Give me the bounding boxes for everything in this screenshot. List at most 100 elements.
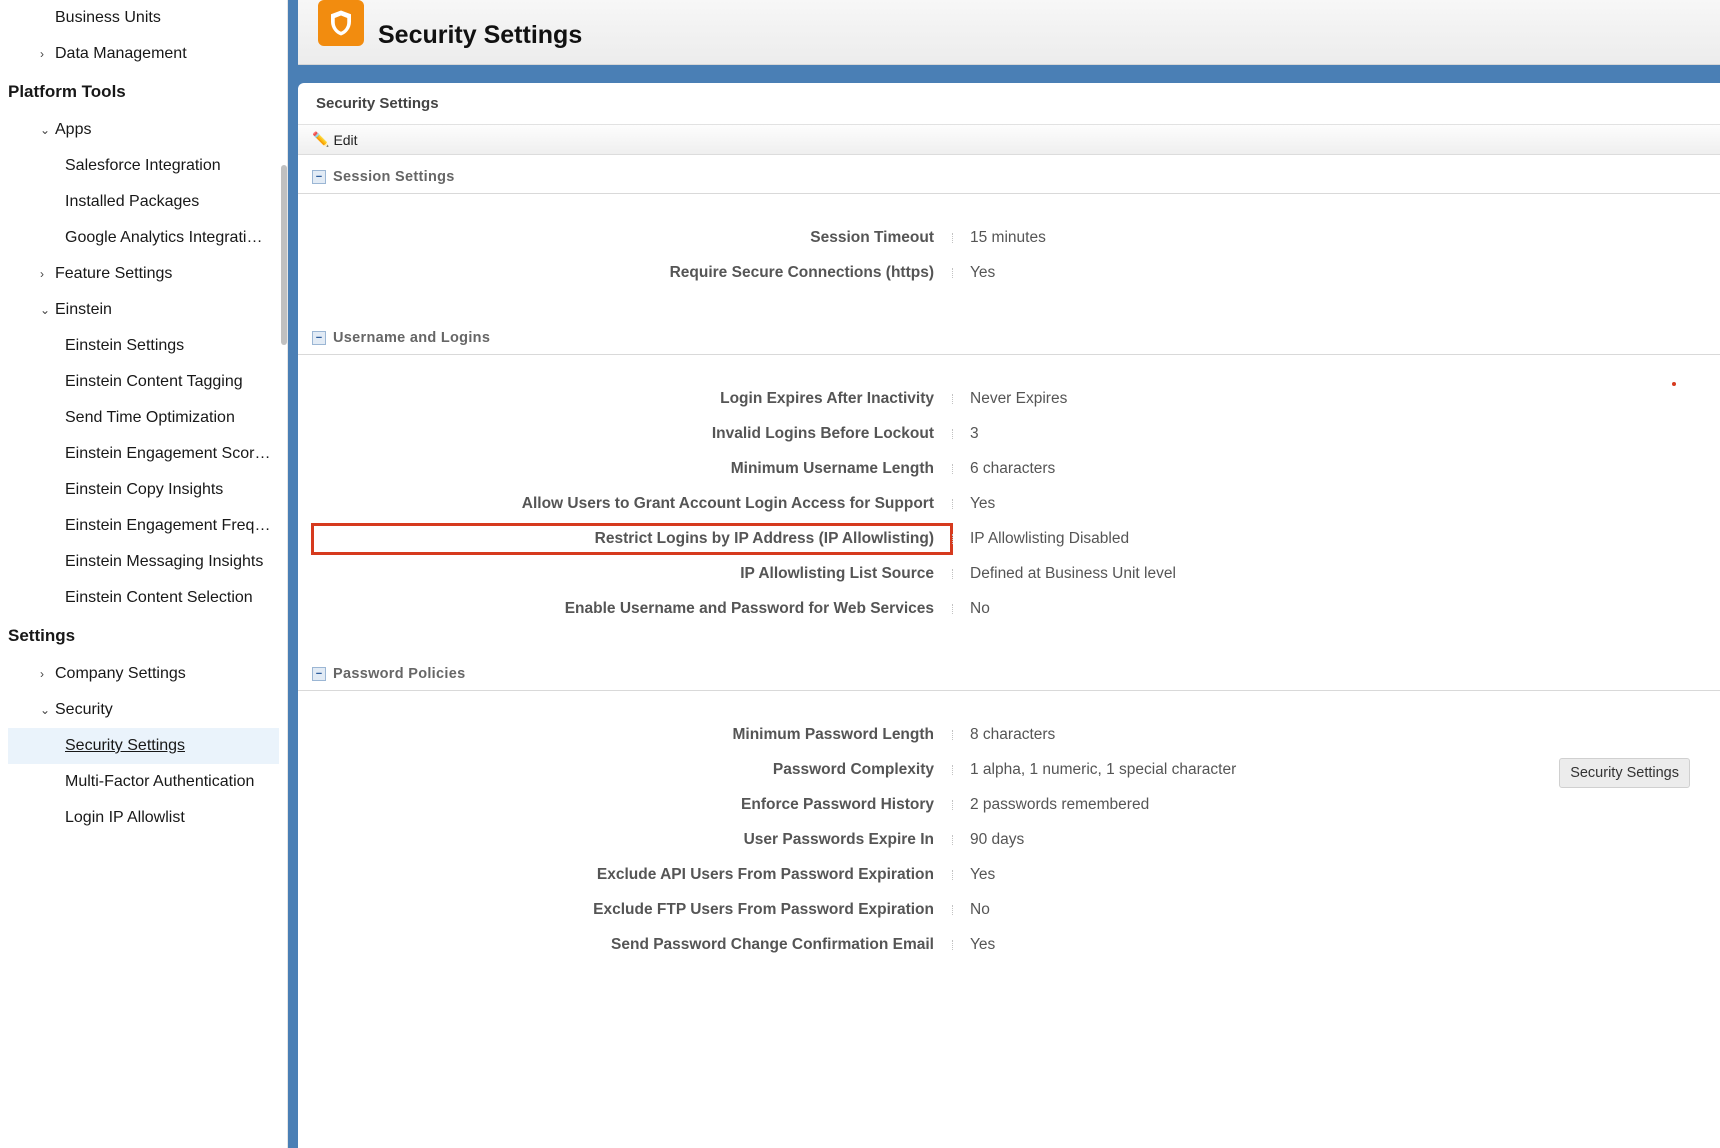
setting-label: Enable Username and Password for Web Ser… [312, 600, 952, 618]
sidebar-item[interactable]: ⌄Apps [8, 112, 279, 148]
setting-row: Minimum Username Length6 characters [312, 451, 1706, 486]
sidebar-item-label: Einstein [55, 301, 112, 319]
setting-label: Session Timeout [312, 229, 952, 247]
sidebar-item[interactable]: Multi-Factor Authentication [8, 764, 279, 800]
setting-value: Never Expires [952, 390, 1706, 408]
setting-value: Yes [952, 264, 1706, 282]
sidebar-item[interactable]: Einstein Messaging Insights [8, 544, 279, 580]
setting-value: Yes [952, 495, 1706, 513]
chevron-right-icon[interactable]: › [35, 47, 55, 61]
setting-row: Invalid Logins Before Lockout3 [312, 416, 1706, 451]
setting-label: Send Password Change Confirmation Email [312, 936, 952, 954]
setting-label: Enforce Password History [312, 796, 952, 814]
setting-row: Restrict Logins by IP Address (IP Allowl… [312, 521, 1706, 556]
sidebar-item-label: Send Time Optimization [65, 409, 235, 427]
chevron-down-icon[interactable]: ⌄ [35, 303, 55, 317]
setting-row: Exclude API Users From Password Expirati… [312, 857, 1706, 892]
chevron-right-icon[interactable]: › [35, 267, 55, 281]
sidebar-item-label: Installed Packages [65, 193, 199, 211]
sidebar-item-label: Data Management [55, 45, 187, 63]
collapse-icon[interactable]: − [312, 331, 326, 345]
sidebar-item-label: Einstein Engagement Scor… [65, 445, 270, 463]
setting-row: Enable Username and Password for Web Ser… [312, 591, 1706, 626]
sidebar-item-label: Login IP Allowlist [65, 809, 185, 827]
setting-label: Invalid Logins Before Lockout [312, 425, 952, 443]
sidebar-item-label: Multi-Factor Authentication [65, 773, 254, 791]
sidebar-item[interactable]: Login IP Allowlist [8, 800, 279, 836]
sidebar-item-label: Einstein Content Selection [65, 589, 253, 607]
content-title: Security Settings [298, 83, 1720, 124]
main-content: Security Settings Security Settings ✏️ E… [288, 0, 1720, 1148]
setting-value: IP Allowlisting Disabled [952, 530, 1706, 548]
setting-value: 2 passwords remembered [952, 796, 1706, 814]
setting-label: Login Expires After Inactivity [312, 390, 952, 408]
sidebar-item[interactable]: ⌄Einstein [8, 292, 279, 328]
setting-value: 15 minutes [952, 229, 1706, 247]
setting-label: Minimum Username Length [312, 460, 952, 478]
setting-row: Enforce Password History2 passwords reme… [312, 787, 1706, 822]
setting-label: User Passwords Expire In [312, 831, 952, 849]
setting-value: Yes [952, 936, 1706, 954]
setting-label: Restrict Logins by IP Address (IP Allowl… [312, 524, 952, 554]
setting-row: Send Password Change Confirmation EmailY… [312, 927, 1706, 962]
chevron-down-icon[interactable]: ⌄ [35, 123, 55, 137]
setting-label: Password Complexity [312, 761, 952, 779]
setting-row: Login Expires After InactivityNever Expi… [312, 381, 1706, 416]
setting-value: 3 [952, 425, 1706, 443]
sidebar-item[interactable]: Salesforce Integration [8, 148, 279, 184]
shield-icon [318, 0, 364, 46]
sidebar-item[interactable]: Installed Packages [8, 184, 279, 220]
sidebar-item-label: Einstein Content Tagging [65, 373, 243, 391]
sidebar-item-label: Apps [55, 121, 91, 139]
sidebar-item[interactable]: Einstein Settings [8, 328, 279, 364]
sidebar-item-label: Company Settings [55, 665, 186, 683]
settings-block: Session Timeout15 minutesRequire Secure … [298, 194, 1720, 316]
setting-row: Session Timeout15 minutes [312, 220, 1706, 255]
setting-value: Defined at Business Unit level [952, 565, 1706, 583]
sidebar-item[interactable]: Einstein Content Tagging [8, 364, 279, 400]
chevron-right-icon[interactable]: › [35, 667, 55, 681]
collapse-icon[interactable]: − [312, 170, 326, 184]
setting-row: Allow Users to Grant Account Login Acces… [312, 486, 1706, 521]
setting-value: No [952, 600, 1706, 618]
setting-row: Require Secure Connections (https)Yes [312, 255, 1706, 290]
section-header[interactable]: −Password Policies [298, 656, 1720, 691]
setting-value: No [952, 901, 1706, 919]
settings-block: Login Expires After InactivityNever Expi… [298, 355, 1720, 652]
sidebar-item[interactable]: ›Data Management [8, 36, 279, 72]
decorative-band [298, 65, 1720, 83]
section-header[interactable]: −Session Settings [298, 159, 1720, 194]
sidebar-item[interactable]: Business Units [8, 0, 279, 36]
setting-value: 6 characters [952, 460, 1706, 478]
sidebar-item[interactable]: Einstein Copy Insights [8, 472, 279, 508]
sidebar-item-label: Einstein Engagement Freq… [65, 517, 270, 535]
sidebar-item-label: Salesforce Integration [65, 157, 221, 175]
section-title: Session Settings [333, 169, 455, 185]
tooltip: Security Settings [1559, 758, 1690, 788]
sidebar-item[interactable]: Einstein Content Selection [8, 580, 279, 616]
chevron-down-icon[interactable]: ⌄ [35, 703, 55, 717]
setting-label: Minimum Password Length [312, 726, 952, 744]
sidebar: Business Units›Data ManagementPlatform T… [0, 0, 288, 1148]
scrollbar-thumb[interactable] [281, 165, 287, 345]
sidebar-item-label: Google Analytics Integrati… [65, 229, 262, 247]
setting-row: Exclude FTP Users From Password Expirati… [312, 892, 1706, 927]
sidebar-item[interactable]: ›Company Settings [8, 656, 279, 692]
edit-bar[interactable]: ✏️ Edit [298, 124, 1720, 155]
sidebar-item-label: Feature Settings [55, 265, 172, 283]
sidebar-item[interactable]: ⌄Security [8, 692, 279, 728]
setting-value: 90 days [952, 831, 1706, 849]
nav-section-header: Settings [8, 616, 279, 656]
section-header[interactable]: −Username and Logins [298, 320, 1720, 355]
collapse-icon[interactable]: − [312, 667, 326, 681]
sidebar-item[interactable]: Security Settings [8, 728, 279, 764]
edit-label: Edit [333, 132, 357, 148]
sidebar-item[interactable]: Google Analytics Integrati… [8, 220, 279, 256]
setting-row: User Passwords Expire In90 days [312, 822, 1706, 857]
sidebar-item[interactable]: Einstein Engagement Freq… [8, 508, 279, 544]
sidebar-item[interactable]: ›Feature Settings [8, 256, 279, 292]
setting-label: Require Secure Connections (https) [312, 264, 952, 282]
setting-label: Allow Users to Grant Account Login Acces… [312, 495, 952, 513]
sidebar-item[interactable]: Send Time Optimization [8, 400, 279, 436]
sidebar-item[interactable]: Einstein Engagement Scor… [8, 436, 279, 472]
